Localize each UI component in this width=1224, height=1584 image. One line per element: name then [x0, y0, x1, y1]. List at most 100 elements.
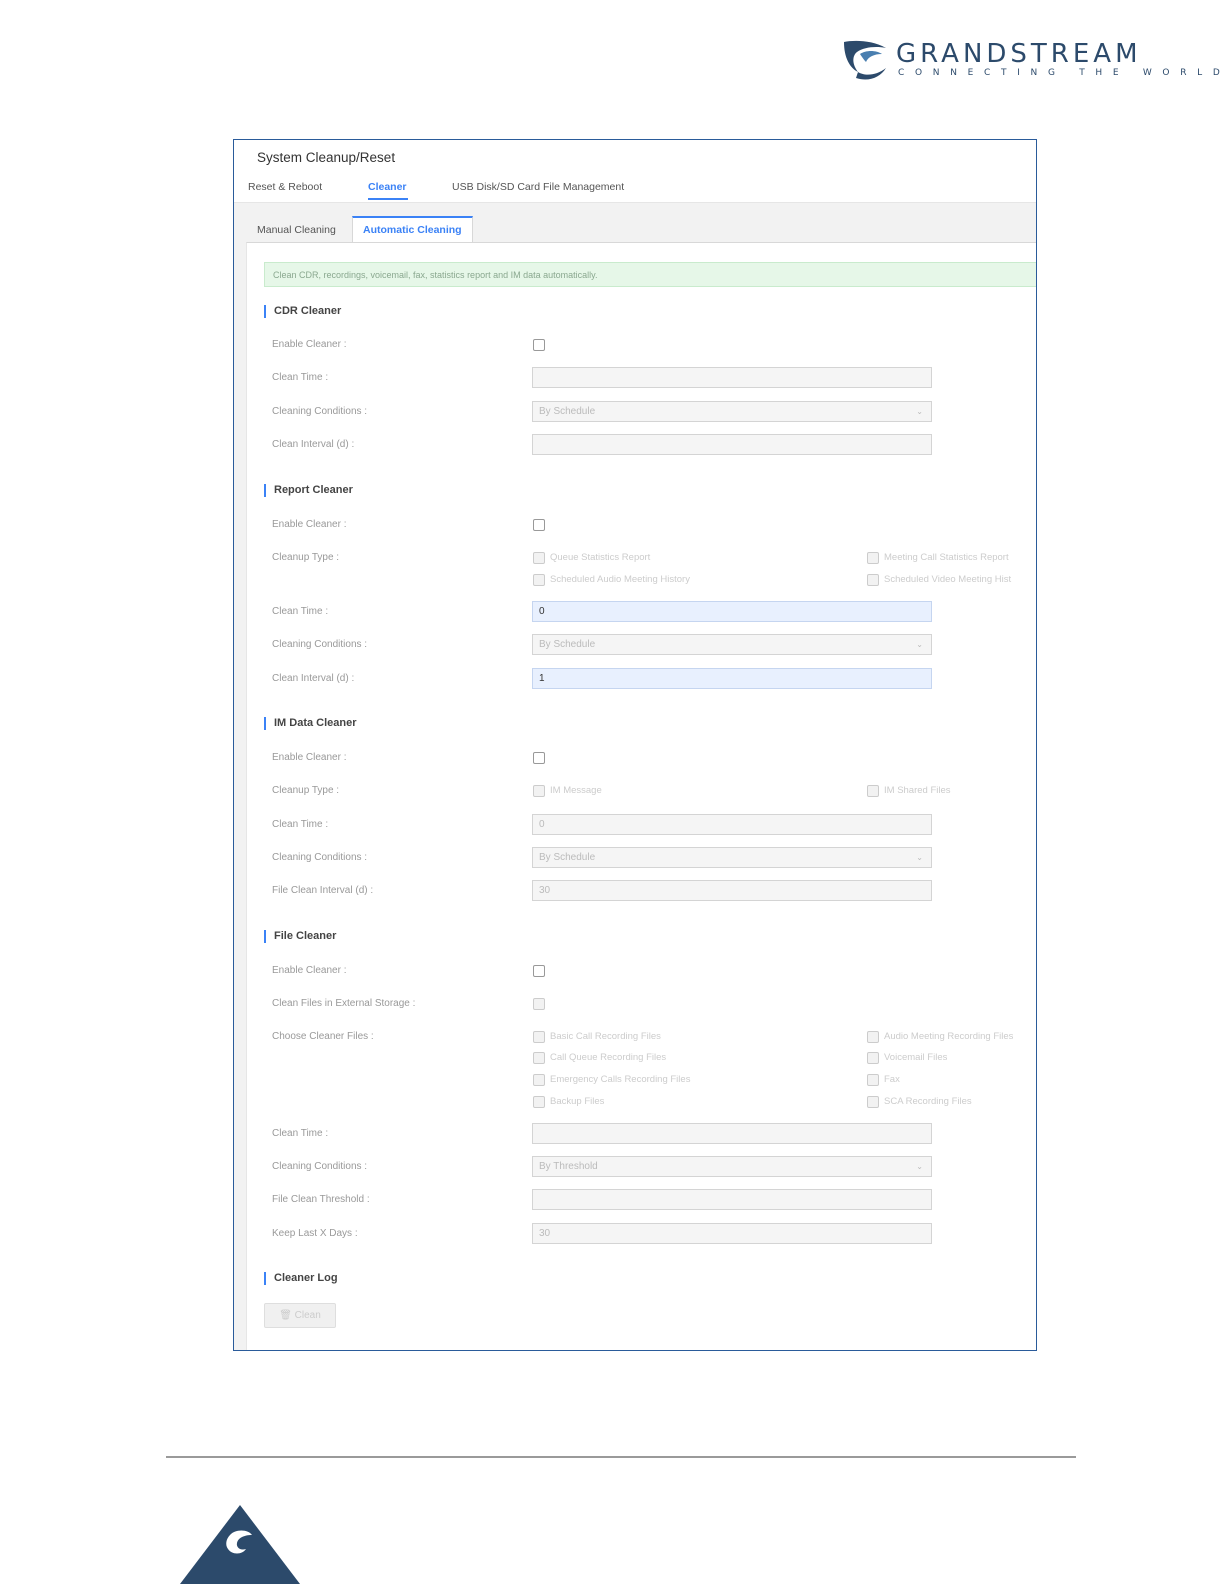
- file-basic-call-label: Basic Call Recording Files: [550, 1031, 661, 1042]
- file-keep-days-label: Keep Last X Days :: [272, 1228, 358, 1239]
- report-interval-input[interactable]: 1: [532, 668, 932, 689]
- file-emergency-checkbox[interactable]: [533, 1074, 545, 1086]
- cdr-interval-label: Clean Interval (d) :: [272, 439, 355, 450]
- brand-name: GRANDSTREAM: [896, 39, 1142, 69]
- clean-button-label: Clean: [294, 1310, 321, 1321]
- report-clean-time-input[interactable]: 0: [532, 601, 932, 622]
- file-external-checkbox[interactable]: [533, 998, 545, 1010]
- chevron-down-icon: ⌄: [916, 1162, 923, 1171]
- tab-reset-reboot[interactable]: Reset & Reboot: [248, 181, 322, 193]
- im-type-label: Cleanup Type :: [272, 785, 340, 796]
- im-type-shared-files-checkbox[interactable]: [867, 785, 879, 797]
- file-backup-label: Backup Files: [550, 1096, 605, 1107]
- file-fax-label: Fax: [884, 1074, 900, 1085]
- file-conditions-select[interactable]: By Threshold ⌄: [532, 1156, 932, 1177]
- tab-manual-cleaning[interactable]: Manual Cleaning: [247, 218, 346, 242]
- report-type-meeting-call-label: Meeting Call Statistics Report: [884, 552, 1009, 563]
- file-backup-checkbox[interactable]: [533, 1096, 545, 1108]
- file-audio-meeting-checkbox[interactable]: [867, 1031, 879, 1043]
- chevron-down-icon: ⌄: [916, 640, 923, 649]
- im-type-shared-files-label: IM Shared Files: [884, 785, 951, 796]
- cdr-enable-label: Enable Cleaner :: [272, 339, 347, 350]
- report-conditions-select[interactable]: By Schedule ⌄: [532, 634, 932, 655]
- file-call-queue-label: Call Queue Recording Files: [550, 1052, 667, 1063]
- section-im-data-cleaner: IM Data Cleaner: [264, 717, 357, 730]
- section-cdr-cleaner: CDR Cleaner: [264, 305, 341, 318]
- report-type-meeting-call-checkbox[interactable]: [867, 552, 879, 564]
- info-notice: Clean CDR, recordings, voicemail, fax, s…: [264, 262, 1036, 287]
- cdr-clean-time-input[interactable]: [532, 367, 932, 388]
- im-clean-time-input[interactable]: 0: [532, 814, 932, 835]
- file-clean-time-input[interactable]: [532, 1123, 932, 1144]
- chevron-down-icon: ⌄: [916, 853, 923, 862]
- report-type-video-meeting-checkbox[interactable]: [867, 574, 879, 586]
- file-sca-checkbox[interactable]: [867, 1096, 879, 1108]
- report-clean-time-label: Clean Time :: [272, 606, 329, 617]
- automatic-cleaning-panel: Clean CDR, recordings, voicemail, fax, s…: [246, 242, 1036, 1350]
- tab-usb-sd-file-management[interactable]: USB Disk/SD Card File Management: [452, 181, 624, 193]
- sub-tab-bar: Manual Cleaning Automatic Cleaning: [234, 216, 1036, 244]
- file-voicemail-checkbox[interactable]: [867, 1052, 879, 1064]
- file-conditions-value: By Threshold: [539, 1161, 598, 1172]
- file-enable-checkbox[interactable]: [533, 965, 545, 977]
- report-conditions-value: By Schedule: [539, 639, 596, 650]
- footer-divider: [166, 1456, 1076, 1458]
- trash-icon: 🗑: [279, 1310, 292, 1321]
- file-sca-label: SCA Recording Files: [884, 1096, 972, 1107]
- file-call-queue-checkbox[interactable]: [533, 1052, 545, 1064]
- report-type-queue-label: Queue Statistics Report: [550, 552, 651, 563]
- cdr-enable-checkbox[interactable]: [533, 339, 545, 351]
- grandstream-logo: GRANDSTREAM CONNECTING THE WORLD: [842, 38, 1220, 86]
- grandstream-logo-icon: [844, 40, 886, 80]
- file-external-label: Clean Files in External Storage :: [272, 998, 416, 1009]
- report-conditions-label: Cleaning Conditions :: [272, 639, 368, 650]
- im-interval-label: File Clean Interval (d) :: [272, 885, 374, 896]
- report-enable-checkbox[interactable]: [533, 519, 545, 531]
- file-audio-meeting-label: Audio Meeting Recording Files: [884, 1031, 1014, 1042]
- chevron-down-icon: ⌄: [916, 407, 923, 416]
- main-tab-bar: Reset & Reboot Cleaner USB Disk/SD Card …: [234, 174, 1036, 203]
- file-fax-checkbox[interactable]: [867, 1074, 879, 1086]
- im-conditions-select[interactable]: By Schedule ⌄: [532, 847, 932, 868]
- file-threshold-input[interactable]: [532, 1189, 932, 1210]
- file-basic-call-checkbox[interactable]: [533, 1031, 545, 1043]
- im-clean-time-label: Clean Time :: [272, 819, 329, 830]
- clean-button[interactable]: 🗑 Clean: [264, 1303, 336, 1328]
- file-choose-label: Choose Cleaner Files :: [272, 1031, 374, 1042]
- file-keep-days-input[interactable]: 30: [532, 1223, 932, 1244]
- report-type-queue-checkbox[interactable]: [533, 552, 545, 564]
- brand-tagline: CONNECTING THE WORLD: [898, 68, 1224, 78]
- report-interval-label: Clean Interval (d) :: [272, 673, 355, 684]
- cdr-interval-input[interactable]: [532, 434, 932, 455]
- im-enable-label: Enable Cleaner :: [272, 752, 347, 763]
- im-interval-input[interactable]: 30: [532, 880, 932, 901]
- cdr-conditions-select[interactable]: By Schedule ⌄: [532, 401, 932, 422]
- im-conditions-value: By Schedule: [539, 852, 596, 863]
- file-conditions-label: Cleaning Conditions :: [272, 1161, 368, 1172]
- im-enable-checkbox[interactable]: [533, 752, 545, 764]
- file-voicemail-label: Voicemail Files: [884, 1052, 948, 1063]
- tab-automatic-cleaning[interactable]: Automatic Cleaning: [352, 216, 473, 244]
- cdr-conditions-label: Cleaning Conditions :: [272, 406, 368, 417]
- im-type-message-checkbox[interactable]: [533, 785, 545, 797]
- active-tab-underline: [368, 198, 408, 200]
- report-type-video-meeting-label: Scheduled Video Meeting Hist: [884, 574, 1012, 585]
- im-type-message-label: IM Message: [550, 785, 602, 796]
- page-title: System Cleanup/Reset: [257, 150, 396, 165]
- report-type-audio-meeting-label: Scheduled Audio Meeting History: [550, 574, 690, 585]
- report-type-audio-meeting-checkbox[interactable]: [533, 574, 545, 586]
- tab-cleaner[interactable]: Cleaner: [368, 181, 407, 193]
- im-conditions-label: Cleaning Conditions :: [272, 852, 368, 863]
- cdr-conditions-value: By Schedule: [539, 406, 596, 417]
- file-emergency-label: Emergency Calls Recording Files: [550, 1074, 691, 1085]
- grandstream-footer-icon: [180, 1505, 300, 1584]
- section-cleaner-log: Cleaner Log: [264, 1272, 338, 1285]
- cdr-clean-time-label: Clean Time :: [272, 372, 329, 383]
- file-clean-time-label: Clean Time :: [272, 1128, 329, 1139]
- system-cleanup-window: System Cleanup/Reset Reset & Reboot Clea…: [233, 139, 1037, 1351]
- file-threshold-label: File Clean Threshold :: [272, 1194, 370, 1205]
- report-enable-label: Enable Cleaner :: [272, 519, 347, 530]
- section-file-cleaner: File Cleaner: [264, 930, 336, 943]
- report-type-label: Cleanup Type :: [272, 552, 340, 563]
- file-enable-label: Enable Cleaner :: [272, 965, 347, 976]
